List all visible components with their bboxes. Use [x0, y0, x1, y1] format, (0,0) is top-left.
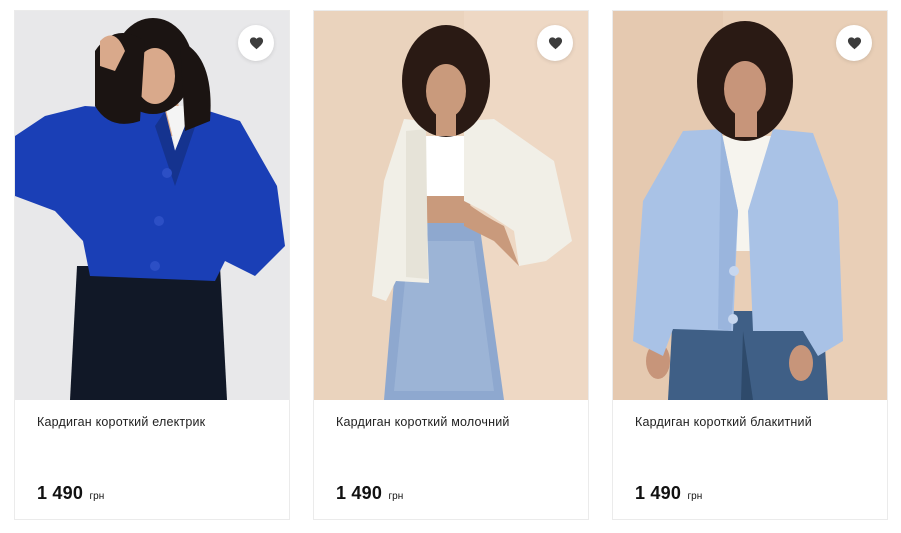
price-currency: грн	[89, 491, 105, 502]
favorite-button[interactable]	[836, 25, 872, 61]
product-price: 1 490 грн	[635, 483, 702, 504]
heart-icon	[548, 37, 562, 50]
favorite-button[interactable]	[238, 25, 274, 61]
product-image[interactable]	[314, 11, 588, 400]
product-card[interactable]: Кардиган короткий блакитний 1 490 грн	[612, 10, 888, 520]
price-currency: грн	[388, 491, 404, 502]
heart-icon	[847, 37, 861, 50]
product-name[interactable]: Кардиган короткий молочний	[336, 413, 568, 431]
heart-icon	[249, 37, 263, 50]
product-price: 1 490 грн	[336, 483, 403, 504]
product-grid: Кардиган короткий електрик 1 490 грн Кар…	[14, 10, 889, 521]
product-card[interactable]: Кардиган короткий молочний 1 490 грн	[313, 10, 589, 520]
price-amount: 1 490	[37, 483, 84, 503]
product-price: 1 490 грн	[37, 483, 104, 504]
product-card[interactable]: Кардиган короткий електрик 1 490 грн	[14, 10, 290, 520]
product-name[interactable]: Кардиган короткий блакитний	[635, 413, 867, 431]
favorite-button[interactable]	[537, 25, 573, 61]
product-image[interactable]	[15, 11, 289, 400]
price-amount: 1 490	[635, 483, 682, 503]
product-name[interactable]: Кардиган короткий електрик	[37, 413, 269, 431]
price-amount: 1 490	[336, 483, 383, 503]
product-image[interactable]	[613, 11, 887, 400]
price-currency: грн	[687, 491, 703, 502]
